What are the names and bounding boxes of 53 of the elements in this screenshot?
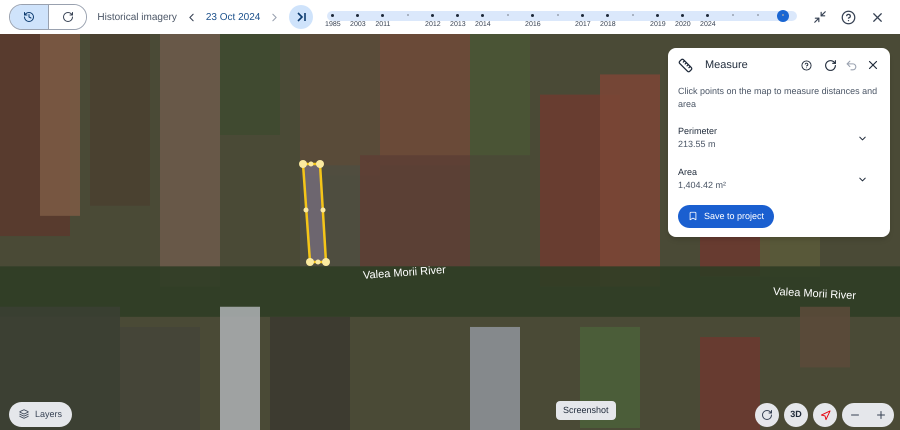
ruler-icon: [678, 58, 693, 73]
timeline-tick-icon: [581, 14, 584, 17]
timeline-tick-icon: [456, 14, 460, 17]
history-toggle[interactable]: [10, 5, 49, 29]
help-button[interactable]: [840, 10, 856, 24]
timeline-minor-tick-icon: [732, 14, 734, 16]
river-label: Valea Morii River: [362, 263, 446, 284]
measure-label: Area: [678, 166, 698, 178]
refresh-icon: [62, 11, 74, 23]
plus-icon: [875, 409, 887, 421]
timeline-minor-tick-icon: [506, 14, 509, 16]
history-icon: [22, 11, 35, 23]
compass-icon: [820, 410, 830, 420]
imagery-title: Historical imagery: [97, 10, 177, 24]
panel-title: Measure: [705, 58, 748, 73]
refresh-icon: [824, 58, 837, 72]
collapse-button[interactable]: [812, 10, 827, 24]
timeline-minor-tick-icon: [556, 14, 559, 16]
bookmark-icon: [688, 211, 698, 222]
skip-end-icon: [296, 12, 307, 22]
layers-icon: [19, 409, 29, 420]
timeline-tick-icon: [331, 14, 334, 17]
timeline-tick-icon: [681, 14, 684, 17]
measure-value: 213.55 m: [678, 138, 717, 151]
measure-value: 1,404.42 m²: [678, 179, 726, 192]
reset-button[interactable]: [824, 58, 837, 72]
undo-button[interactable]: [845, 58, 858, 72]
instructions-text: Click points on the map to measure distances and area: [678, 84, 878, 110]
timeline-tick-icon: [606, 14, 610, 17]
timeline-tick-icon: [706, 14, 710, 17]
rotate-icon: [761, 409, 773, 421]
timeline-track[interactable]: [326, 11, 797, 21]
timeline-tick-icon: [531, 14, 534, 17]
timeline-minor-tick-icon: [632, 14, 634, 16]
timeline-minor-tick-icon: [756, 14, 759, 16]
timeline-tick-icon: [481, 14, 484, 17]
collapse-icon: [812, 10, 827, 24]
date-label: 23 Oct 2024: [206, 10, 260, 24]
timeline-minor-tick-icon: [406, 14, 409, 16]
help-icon: [840, 10, 856, 24]
undo-icon: [845, 58, 858, 72]
river-label: Valea Morii River: [772, 284, 856, 304]
timeline-tick-icon: [656, 14, 660, 17]
measure-label: Perimeter: [678, 124, 718, 138]
timeline-minor-tick-icon: [782, 14, 784, 16]
timeline-tick-icon: [431, 14, 434, 17]
screenshot-tooltip: Screenshot: [556, 400, 616, 420]
timeline-tick-icon: [356, 14, 360, 17]
timeline-tick-icon: [381, 14, 384, 17]
help-icon[interactable]: [801, 60, 812, 71]
latest-button[interactable]: [289, 5, 313, 29]
timeline-thumb[interactable]: [776, 10, 789, 22]
save-to-project-button[interactable]: Save to project: [678, 204, 774, 228]
